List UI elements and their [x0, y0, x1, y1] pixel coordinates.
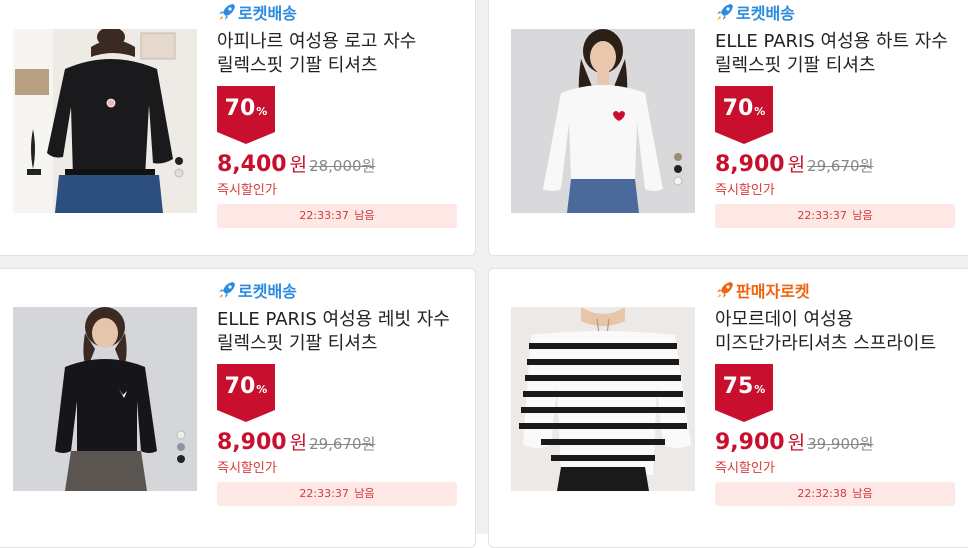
currency-unit: 원 [289, 154, 308, 176]
timer-value: 22:32:38 [797, 487, 847, 500]
shipping-label: 로켓배송 [217, 0, 461, 25]
product-title[interactable]: 아모르데이 여성용 미즈단가라티셔츠 스프라이트 루즈... [715, 308, 959, 356]
original-price: 28,000원 [309, 157, 376, 175]
product-card[interactable]: 로켓배송 ELLE PARIS 여성용 레빗 자수 릴렉스핏 기팔 티셔츠 70… [0, 268, 476, 548]
rocket-icon [717, 4, 733, 20]
original-price: 29,670원 [309, 435, 376, 453]
sale-price: 8,900 [715, 152, 785, 177]
shipping-label: 로켓배송 [217, 277, 461, 303]
countdown-timer: 22:32:38 남음 [715, 482, 955, 506]
sale-price: 8,900 [217, 430, 287, 455]
rocket-icon [219, 4, 235, 20]
product-info: 로켓배송 ELLE PARIS 여성용 하트 자수 릴렉스핏 기팔 티셔츠 70… [715, 0, 959, 228]
price-row: 8,900 원 29,670원 [217, 428, 461, 456]
countdown-timer: 22:33:37 남음 [217, 482, 457, 506]
product-image[interactable] [13, 29, 197, 213]
instant-discount-label: 즉시할인가 [715, 183, 775, 198]
product-info: 로켓배송 ELLE PARIS 여성용 레빗 자수 릴렉스핏 기팔 티셔츠 70… [217, 277, 461, 506]
shipping-label: 판매자로켓 [715, 277, 959, 303]
timer-value: 22:33:37 [797, 209, 847, 222]
discount-value: 75 [722, 374, 754, 399]
shipping-label: 로켓배송 [715, 0, 959, 25]
timer-remaining: 남음 [354, 209, 375, 222]
discount-badge: 70% [217, 86, 275, 144]
shipping-text: 판매자로켓 [736, 282, 810, 301]
percent-sign: % [256, 105, 268, 118]
product-image[interactable] [13, 307, 197, 491]
instant-discount-label: 즉시할인가 [217, 461, 277, 476]
sale-price: 8,400 [217, 152, 287, 177]
discount-value: 70 [224, 96, 256, 121]
timer-remaining: 남음 [852, 209, 873, 222]
instant-discount-label: 즉시할인가 [217, 183, 277, 198]
discount-badge: 75% [715, 364, 773, 422]
rocket-icon [717, 282, 733, 298]
shipping-text: 로켓배송 [238, 282, 297, 301]
product-image[interactable] [511, 307, 695, 491]
sale-price: 9,900 [715, 430, 785, 455]
percent-sign: % [754, 383, 766, 396]
product-info: 판매자로켓 아모르데이 여성용 미즈단가라티셔츠 스프라이트 루즈... 75%… [715, 277, 959, 506]
countdown-timer: 22:33:37 남음 [217, 204, 457, 228]
price-row: 9,900 원 39,900원 [715, 428, 959, 456]
discount-value: 70 [224, 374, 256, 399]
timer-remaining: 남음 [354, 487, 375, 500]
timer-value: 22:33:37 [299, 209, 349, 222]
product-card[interactable]: 로켓배송 아피나르 여성용 로고 자수 릴렉스핏 기팔 티셔츠 70% 8,40… [0, 0, 476, 256]
shipping-text: 로켓배송 [238, 4, 297, 23]
percent-sign: % [256, 383, 268, 396]
countdown-timer: 22:33:37 남음 [715, 204, 955, 228]
instant-discount-label: 즉시할인가 [715, 461, 775, 476]
product-image[interactable] [511, 29, 695, 213]
price-row: 8,900 원 29,670원 [715, 150, 959, 178]
product-title[interactable]: ELLE PARIS 여성용 레빗 자수 릴렉스핏 기팔 티셔츠 [217, 308, 461, 356]
price-row: 8,400 원 28,000원 [217, 150, 461, 178]
percent-sign: % [754, 105, 766, 118]
timer-value: 22:33:37 [299, 487, 349, 500]
product-title[interactable]: ELLE PARIS 여성용 하트 자수 릴렉스핏 기팔 티셔츠 [715, 30, 959, 78]
product-card[interactable]: 판매자로켓 아모르데이 여성용 미즈단가라티셔츠 스프라이트 루즈... 75%… [488, 268, 968, 548]
discount-badge: 70% [715, 86, 773, 144]
original-price: 29,670원 [807, 157, 874, 175]
shipping-text: 로켓배송 [736, 4, 795, 23]
original-price: 39,900원 [807, 435, 874, 453]
product-info: 로켓배송 아피나르 여성용 로고 자수 릴렉스핏 기팔 티셔츠 70% 8,40… [217, 0, 461, 228]
rocket-icon [219, 282, 235, 298]
currency-unit: 원 [289, 432, 308, 454]
timer-remaining: 남음 [852, 487, 873, 500]
product-title[interactable]: 아피나르 여성용 로고 자수 릴렉스핏 기팔 티셔츠 [217, 30, 461, 78]
product-card[interactable]: 로켓배송 ELLE PARIS 여성용 하트 자수 릴렉스핏 기팔 티셔츠 70… [488, 0, 968, 256]
discount-badge: 70% [217, 364, 275, 422]
discount-value: 70 [722, 96, 754, 121]
currency-unit: 원 [787, 154, 806, 176]
currency-unit: 원 [787, 432, 806, 454]
